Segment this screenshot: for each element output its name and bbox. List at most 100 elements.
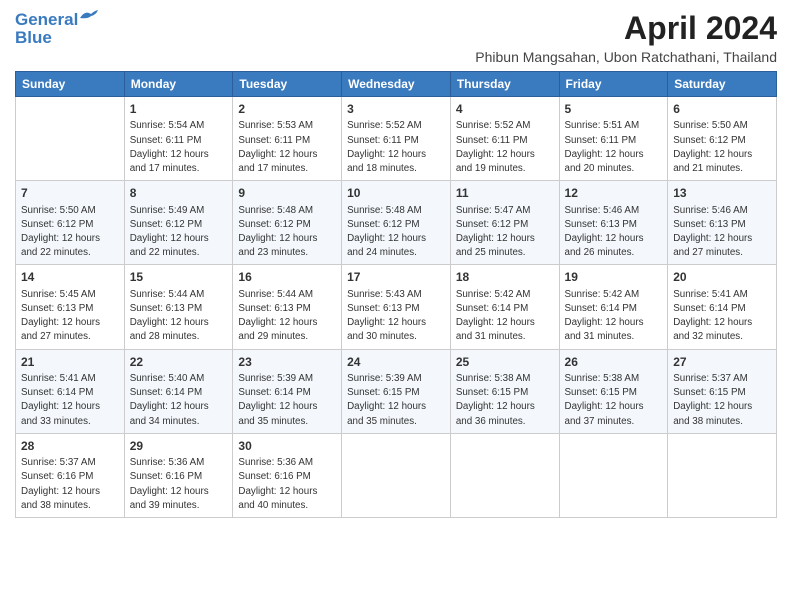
day-number: 23 [238, 354, 336, 371]
calendar-cell: 17 Sunrise: 5:43 AM Sunset: 6:13 PM Dayli… [342, 265, 451, 349]
day-number: 22 [130, 354, 228, 371]
calendar-cell [16, 97, 125, 181]
day-number: 21 [21, 354, 119, 371]
day-info: Sunrise: 5:41 AM Sunset: 6:14 PM Dayligh… [21, 372, 119, 429]
calendar-cell: 23Sunrise: 5:39 AM Sunset: 6:14 PM Dayli… [233, 349, 342, 433]
calendar-cell: 2Sunrise: 5:53 AM Sunset: 6:11 PM Daylig… [233, 97, 342, 181]
calendar-cell: 1Sunrise: 5:54 AM Sunset: 6:11 PM Daylig… [124, 97, 233, 181]
day-number: 6 [673, 101, 771, 118]
calendar-cell: 21Sunrise: 5:41 AM Sunset: 6:14 PM Dayli… [16, 349, 125, 433]
day-number: 17 [347, 269, 445, 286]
calendar-cell: 5Sunrise: 5:51 AM Sunset: 6:11 PM Daylig… [559, 97, 668, 181]
day-info: Sunrise: 5:43 AM Sunset: 6:13 PM Dayligh… [347, 288, 445, 345]
calendar-cell: 16 Sunrise: 5:44 AM Sunset: 6:13 PM Dayli… [233, 265, 342, 349]
day-number: 5 [565, 101, 663, 118]
day-info: Sunrise: 5:50 AM Sunset: 6:12 PM Dayligh… [21, 204, 119, 261]
day-number: 18 [456, 269, 554, 286]
calendar-table: SundayMondayTuesdayWednesdayThursdayFrid… [15, 71, 777, 518]
day-number: 7 [21, 185, 119, 202]
day-info: Sunrise: 5:54 AM Sunset: 6:11 PM Dayligh… [130, 119, 228, 176]
calendar-cell: 4Sunrise: 5:52 AM Sunset: 6:11 PM Daylig… [450, 97, 559, 181]
logo-text-blue: Blue [15, 29, 102, 46]
calendar-week-3: 14 Sunrise: 5:45 AM Sunset: 6:13 PM Dayli… [16, 265, 777, 349]
calendar-cell: 24Sunrise: 5:39 AM Sunset: 6:15 PM Dayli… [342, 349, 451, 433]
day-number: 29 [130, 438, 228, 455]
weekday-wednesday: Wednesday [342, 72, 451, 97]
calendar-cell: 26Sunrise: 5:38 AM Sunset: 6:15 PM Dayli… [559, 349, 668, 433]
day-number: 11 [456, 185, 554, 202]
calendar-week-5: 28Sunrise: 5:37 AM Sunset: 6:16 PM Dayli… [16, 433, 777, 517]
weekday-thursday: Thursday [450, 72, 559, 97]
subtitle: Phibun Mangsahan, Ubon Ratchathani, Thai… [475, 49, 777, 65]
calendar-cell: 3Sunrise: 5:52 AM Sunset: 6:11 PM Daylig… [342, 97, 451, 181]
calendar-cell: 25Sunrise: 5:38 AM Sunset: 6:15 PM Dayli… [450, 349, 559, 433]
weekday-header-row: SundayMondayTuesdayWednesdayThursdayFrid… [16, 72, 777, 97]
calendar-cell [450, 433, 559, 517]
day-info: Sunrise: 5:38 AM Sunset: 6:15 PM Dayligh… [456, 372, 554, 429]
calendar-cell [668, 433, 777, 517]
calendar-week-4: 21Sunrise: 5:41 AM Sunset: 6:14 PM Dayli… [16, 349, 777, 433]
day-number: 4 [456, 101, 554, 118]
day-info: Sunrise: 5:37 AM Sunset: 6:15 PM Dayligh… [673, 372, 771, 429]
day-number: 24 [347, 354, 445, 371]
calendar-cell: 10 Sunrise: 5:48 AM Sunset: 6:12 PM Dayli… [342, 181, 451, 265]
day-number: 15 [130, 269, 228, 286]
day-info: Sunrise: 5:36 AM Sunset: 6:16 PM Dayligh… [130, 456, 228, 513]
day-info: Sunrise: 5:51 AM Sunset: 6:11 PM Dayligh… [565, 119, 663, 176]
page: General Blue April 2024 Phibun Mangsahan… [0, 0, 792, 612]
day-number: 9 [238, 185, 336, 202]
day-number: 28 [21, 438, 119, 455]
day-info: Sunrise: 5:48 AM Sunset: 6:12 PM Dayligh… [238, 204, 336, 261]
day-info: Sunrise: 5:41 AM Sunset: 6:14 PM Dayligh… [673, 288, 771, 345]
day-info: Sunrise: 5:46 AM Sunset: 6:13 PM Dayligh… [565, 204, 663, 261]
day-number: 3 [347, 101, 445, 118]
day-info: Sunrise: 5:46 AM Sunset: 6:13 PM Dayligh… [673, 204, 771, 261]
day-number: 8 [130, 185, 228, 202]
calendar-week-1: 1Sunrise: 5:54 AM Sunset: 6:11 PM Daylig… [16, 97, 777, 181]
day-info: Sunrise: 5:49 AM Sunset: 6:12 PM Dayligh… [130, 204, 228, 261]
main-title: April 2024 [475, 10, 777, 47]
day-info: Sunrise: 5:42 AM Sunset: 6:14 PM Dayligh… [565, 288, 663, 345]
day-info: Sunrise: 5:38 AM Sunset: 6:15 PM Dayligh… [565, 372, 663, 429]
calendar-header: SundayMondayTuesdayWednesdayThursdayFrid… [16, 72, 777, 97]
calendar-week-2: 7 Sunrise: 5:50 AM Sunset: 6:12 PM Daylig… [16, 181, 777, 265]
day-number: 16 [238, 269, 336, 286]
day-info: Sunrise: 5:52 AM Sunset: 6:11 PM Dayligh… [456, 119, 554, 176]
day-info: Sunrise: 5:50 AM Sunset: 6:12 PM Dayligh… [673, 119, 771, 176]
calendar-body: 1Sunrise: 5:54 AM Sunset: 6:11 PM Daylig… [16, 97, 777, 518]
calendar-cell [342, 433, 451, 517]
day-info: Sunrise: 5:37 AM Sunset: 6:16 PM Dayligh… [21, 456, 119, 513]
calendar-cell: 28Sunrise: 5:37 AM Sunset: 6:16 PM Dayli… [16, 433, 125, 517]
calendar-cell: 13Sunrise: 5:46 AM Sunset: 6:13 PM Dayli… [668, 181, 777, 265]
day-info: Sunrise: 5:40 AM Sunset: 6:14 PM Dayligh… [130, 372, 228, 429]
day-number: 10 [347, 185, 445, 202]
day-info: Sunrise: 5:45 AM Sunset: 6:13 PM Dayligh… [21, 288, 119, 345]
calendar-cell: 9 Sunrise: 5:48 AM Sunset: 6:12 PM Daylig… [233, 181, 342, 265]
day-number: 25 [456, 354, 554, 371]
calendar-cell: 18Sunrise: 5:42 AM Sunset: 6:14 PM Dayli… [450, 265, 559, 349]
logo: General Blue [15, 10, 102, 46]
day-info: Sunrise: 5:48 AM Sunset: 6:12 PM Dayligh… [347, 204, 445, 261]
day-number: 27 [673, 354, 771, 371]
calendar-cell: 6Sunrise: 5:50 AM Sunset: 6:12 PM Daylig… [668, 97, 777, 181]
day-number: 20 [673, 269, 771, 286]
day-info: Sunrise: 5:39 AM Sunset: 6:14 PM Dayligh… [238, 372, 336, 429]
calendar-cell: 11Sunrise: 5:47 AM Sunset: 6:12 PM Dayli… [450, 181, 559, 265]
day-number: 12 [565, 185, 663, 202]
calendar-cell: 14 Sunrise: 5:45 AM Sunset: 6:13 PM Dayli… [16, 265, 125, 349]
weekday-saturday: Saturday [668, 72, 777, 97]
day-info: Sunrise: 5:44 AM Sunset: 6:13 PM Dayligh… [238, 288, 336, 345]
day-info: Sunrise: 5:52 AM Sunset: 6:11 PM Dayligh… [347, 119, 445, 176]
logo-text-general: General [15, 11, 78, 28]
weekday-friday: Friday [559, 72, 668, 97]
calendar-cell: 7 Sunrise: 5:50 AM Sunset: 6:12 PM Daylig… [16, 181, 125, 265]
day-number: 19 [565, 269, 663, 286]
day-info: Sunrise: 5:53 AM Sunset: 6:11 PM Dayligh… [238, 119, 336, 176]
header: General Blue April 2024 Phibun Mangsahan… [15, 10, 777, 65]
calendar-cell: 22Sunrise: 5:40 AM Sunset: 6:14 PM Dayli… [124, 349, 233, 433]
day-number: 14 [21, 269, 119, 286]
calendar-cell: 15Sunrise: 5:44 AM Sunset: 6:13 PM Dayli… [124, 265, 233, 349]
logo-bird-icon [80, 10, 102, 26]
day-info: Sunrise: 5:36 AM Sunset: 6:16 PM Dayligh… [238, 456, 336, 513]
day-number: 30 [238, 438, 336, 455]
